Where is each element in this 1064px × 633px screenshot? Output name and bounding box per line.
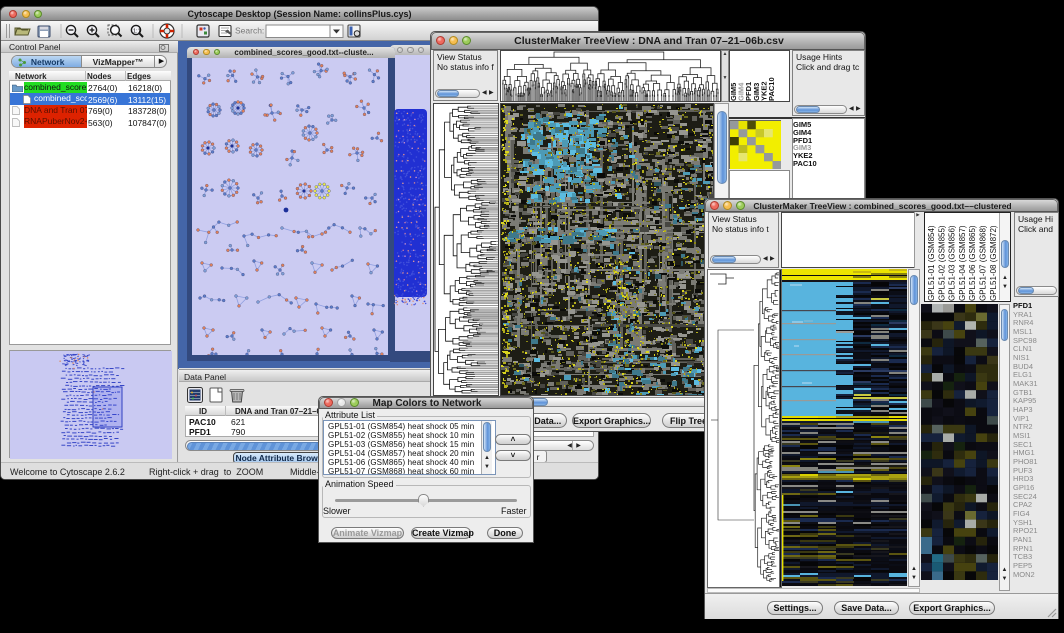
svg-text:PAC10: PAC10 <box>767 77 776 101</box>
svg-text:Search:: Search: <box>235 26 264 36</box>
svg-text:GPL51-02 (GSM855): GPL51-02 (GSM855) <box>937 225 946 301</box>
svg-text:GPL51-04 (GSM857): GPL51-04 (GSM857) <box>958 225 967 301</box>
svg-text:GPL51-07 (GSM868): GPL51-07 (GSM868) <box>979 225 988 301</box>
svg-text:GPL51-06 (GSM865): GPL51-06 (GSM865) <box>968 225 977 301</box>
svg-text:GPL51-03 (GSM856): GPL51-03 (GSM856) <box>948 225 957 301</box>
svg-text:GPL51-01 (GSM854): GPL51-01 (GSM854) <box>927 225 936 301</box>
svg-text:GPL51-08 (GSM872): GPL51-08 (GSM872) <box>989 225 998 301</box>
